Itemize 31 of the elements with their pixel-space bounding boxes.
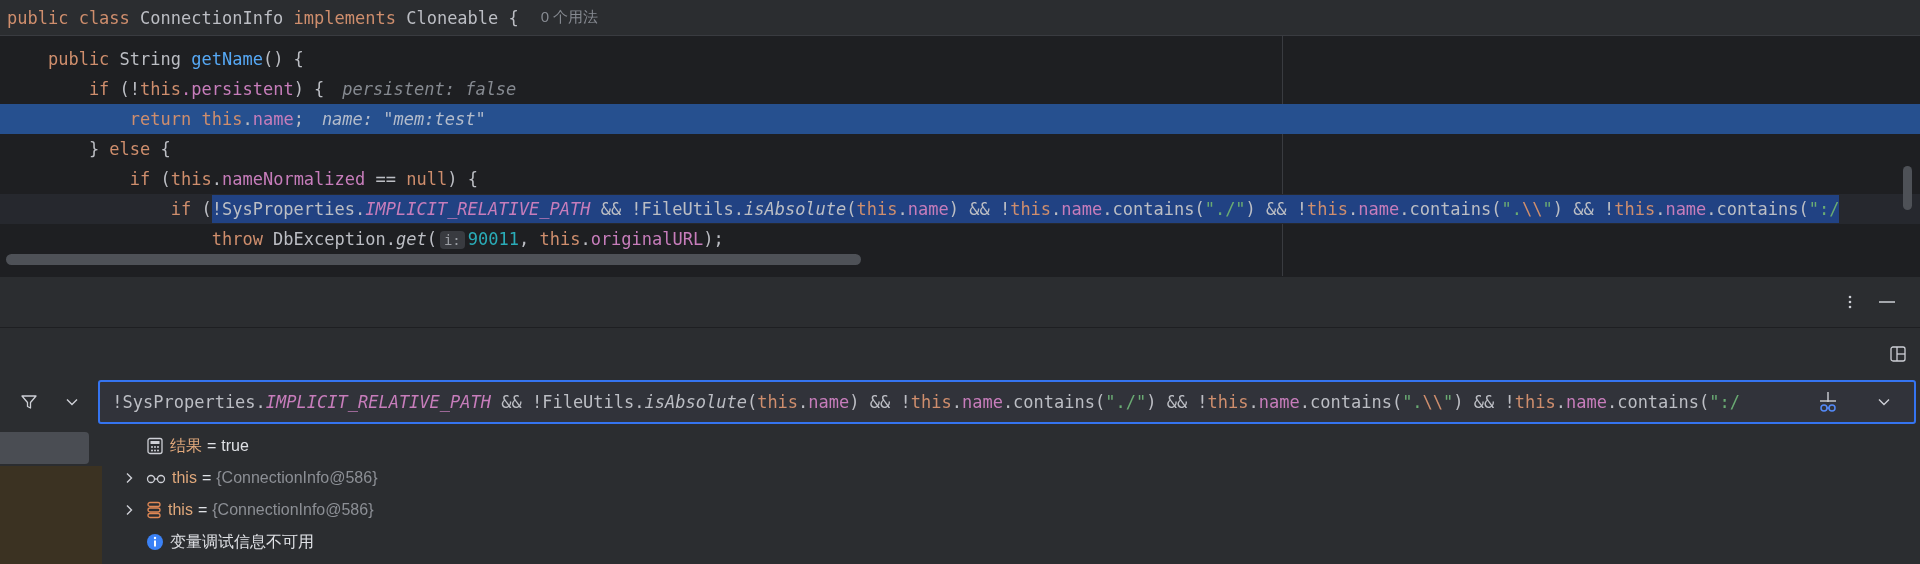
horizontal-scrollbar-thumb[interactable] <box>6 254 861 265</box>
code-line: } else { <box>87 139 171 159</box>
vertical-scrollbar-thumb[interactable] <box>1903 166 1912 210</box>
expression-field[interactable]: !SysProperties.IMPLICIT_RELATIVE_PATH && !FileUtils.isAbsolute(this.name) && !this.name.contains("./") && !this.name.contains(".\\") && !this.name.contains(":/ <box>98 380 1916 424</box>
equals-sign: = <box>201 469 212 487</box>
usages-hint[interactable]: 0 个用法 <box>540 8 599 27</box>
class-declaration: public class ConnectionInfo implements Cloneable { <box>7 7 519 28</box>
variable-name: this <box>168 501 193 519</box>
variable-value: {ConnectionInfo@586} <box>216 469 378 487</box>
glasses-icon <box>146 472 166 484</box>
code-line: if (this.nameNormalized == null) { <box>128 169 478 189</box>
calculator-icon <box>146 437 164 455</box>
code-line: public String getName() { <box>46 49 304 69</box>
stack-icon <box>146 501 162 519</box>
info-icon <box>146 533 164 551</box>
variable-value: {ConnectionInfo@586} <box>212 501 374 519</box>
layout-icon[interactable] <box>1890 346 1906 362</box>
equals-sign: = <box>197 501 208 519</box>
chevron-down-icon[interactable] <box>66 398 79 406</box>
code-line: if (!this.persistent) { persistent: false <box>87 79 517 99</box>
chevron-right-icon[interactable] <box>124 504 134 516</box>
variable-name: 结果 <box>170 435 202 456</box>
info-message: 变量调试信息不可用 <box>170 531 314 552</box>
equals-sign: = <box>207 437 217 455</box>
variable-value: true <box>221 437 249 455</box>
chevron-down-icon[interactable] <box>1878 398 1890 406</box>
code-line: throw DbException.get( i: 90011, this.originalURL); <box>210 229 724 249</box>
chevron-right-icon[interactable] <box>124 472 134 484</box>
filter-icon[interactable] <box>20 393 39 411</box>
variable-name: this <box>172 469 197 487</box>
code-line: return this.name; name: "mem:test" <box>128 109 486 129</box>
